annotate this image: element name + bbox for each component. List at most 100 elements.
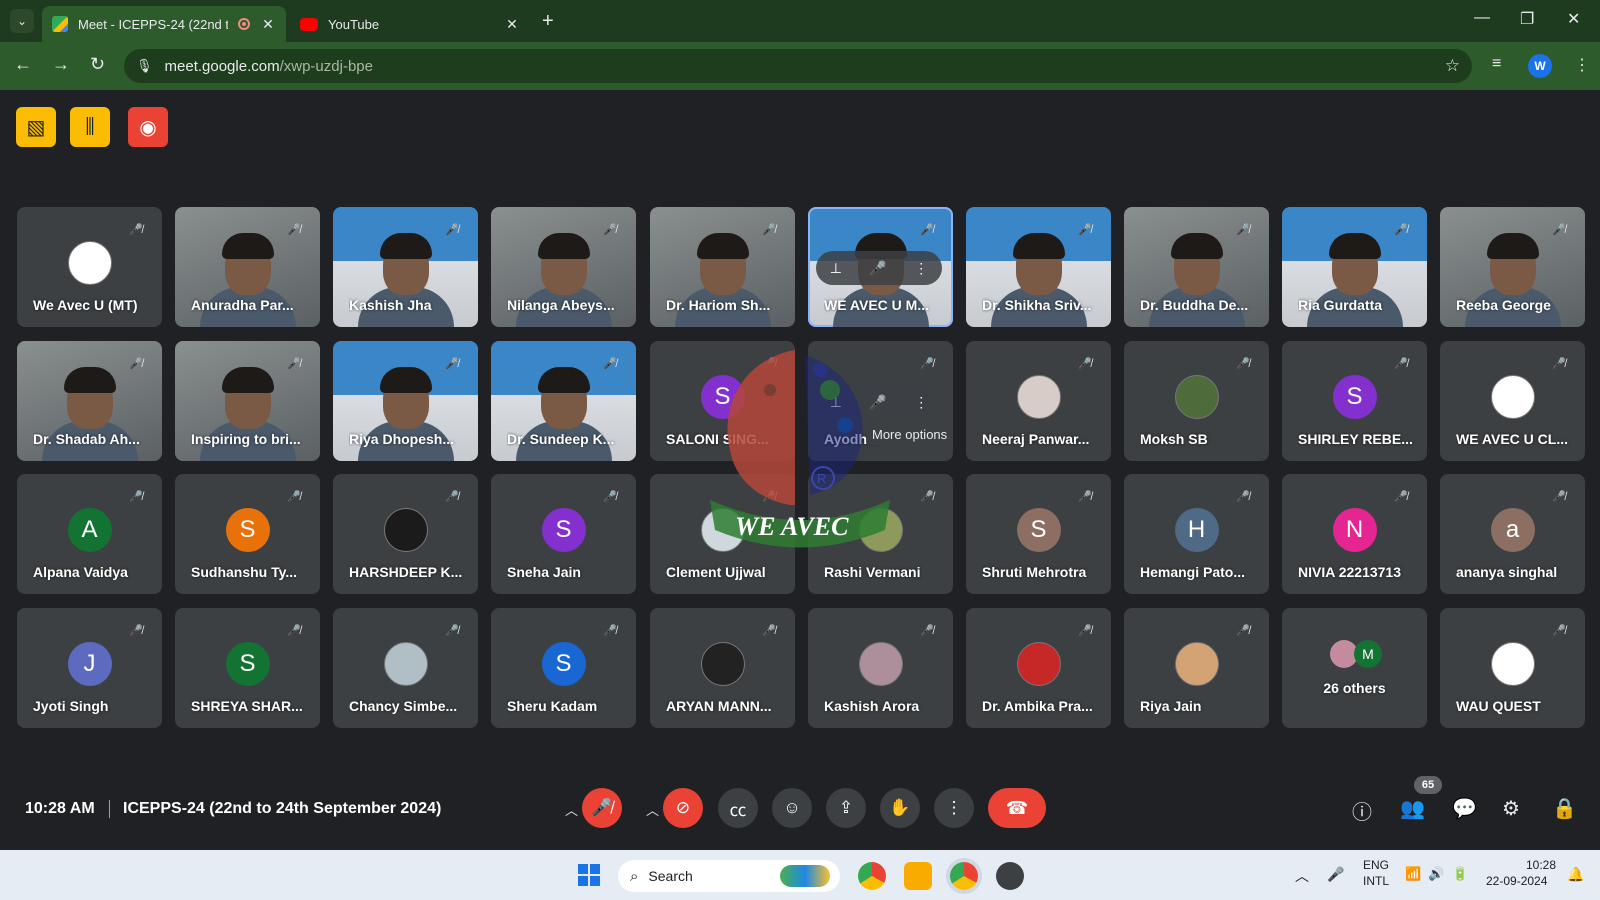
raise-hand-button[interactable]: ✋ — [880, 788, 920, 828]
participant-tile[interactable]: a 🎤̸ ananya singhal — [1440, 474, 1585, 594]
participant-tile[interactable]: S 🎤̸ SHREYA SHAR... — [175, 608, 320, 728]
chrome-profile-icon[interactable] — [950, 862, 978, 890]
participant-tile[interactable]: 🎤̸ Kashish Arora — [808, 608, 953, 728]
show-hidden-icons-icon[interactable]: ︿ — [1295, 866, 1309, 886]
taskbar-search[interactable]: ⌕ Search — [618, 860, 840, 892]
pin-icon[interactable]: ⊥ — [830, 260, 842, 277]
notifications-bell-icon[interactable]: 🔔 — [1567, 866, 1584, 883]
participant-tile[interactable]: 🎤̸ HARSHDEEP K... — [333, 474, 478, 594]
audio-settings-chevron-icon[interactable]: ︿ — [565, 800, 578, 819]
participant-tile[interactable]: 🎤̸ Dr. Hariom Sh... — [650, 207, 795, 327]
participant-tile[interactable]: 🎤̸ Riya Jain — [1124, 608, 1269, 728]
activities-icon[interactable]: ⚙ — [1502, 796, 1520, 821]
profile-avatar[interactable]: W — [1528, 54, 1552, 78]
windows-start-icon[interactable] — [578, 864, 600, 886]
participant-tile[interactable]: 🎤̸ Kashish Jha — [333, 207, 478, 327]
participant-tile[interactable]: 🎤̸ WE AVEC U M... ⊥ 🎤 ⋮ — [808, 207, 953, 327]
present-screen-button[interactable]: ⇪ — [826, 788, 866, 828]
participant-tile[interactable]: H 🎤̸ Hemangi Pato... — [1124, 474, 1269, 594]
participant-tile[interactable]: 🎤̸ We Avec U (MT) — [17, 207, 162, 327]
new-tab-icon[interactable]: + — [542, 10, 554, 33]
chat-icon[interactable]: 💬 — [1452, 796, 1477, 821]
close-tab-icon[interactable]: ✕ — [260, 16, 276, 33]
battery-icon[interactable]: 🔋 — [1452, 866, 1468, 882]
participant-tile[interactable]: N 🎤̸ NIVIA 22213713 — [1282, 474, 1427, 594]
camera-off-button[interactable]: ⊘ — [663, 788, 703, 828]
participant-tile[interactable]: 🎤̸ Dr. Buddha De... — [1124, 207, 1269, 327]
recording-icon[interactable]: ◉ — [128, 107, 168, 147]
volume-icon[interactable]: 🔊 — [1428, 866, 1444, 882]
participant-tile[interactable]: S 🎤̸ Sheru Kadam — [491, 608, 636, 728]
participant-tile[interactable]: 🎤̸ Anuradha Par... — [175, 207, 320, 327]
people-icon[interactable]: 👥 — [1400, 796, 1425, 821]
forward-icon[interactable]: → — [52, 54, 70, 75]
youtube-favicon-icon — [300, 17, 318, 31]
participant-tile[interactable]: 🎤̸ Ria Gurdatta — [1282, 207, 1427, 327]
tile-more-options-icon[interactable]: ⋮ — [914, 260, 928, 277]
participant-tile[interactable]: 🎤̸ Clement Ujjwal — [650, 474, 795, 594]
address-bar[interactable]: 🎙 meet.google.com/xwp-uzdj-bpe ☆ — [124, 49, 1472, 83]
host-controls-icon[interactable]: 🔒 — [1552, 796, 1577, 821]
participant-tile[interactable]: 🎤̸ Dr. Shikha Sriv... — [966, 207, 1111, 327]
participant-tile[interactable]: 🎤̸ Neeraj Panwar... — [966, 341, 1111, 461]
participant-tile[interactable]: S 🎤̸ Sudhanshu Ty... — [175, 474, 320, 594]
participant-tile[interactable]: S 🎤̸ Shruti Mehrotra — [966, 474, 1111, 594]
wifi-icon[interactable]: 📶 — [1405, 866, 1421, 882]
participant-tile[interactable]: 🎤̸ Riya Dhopesh... — [333, 341, 478, 461]
chrome-icon[interactable] — [858, 862, 886, 890]
mute-participant-icon[interactable]: 🎤 — [869, 260, 886, 277]
participant-tile[interactable]: 🎤̸ Dr. Sundeep K... — [491, 341, 636, 461]
media-controls-icon[interactable]: ≡ — [1492, 55, 1501, 73]
tab-search-dropdown-icon[interactable]: ⌄ — [10, 9, 34, 33]
bookmark-star-icon[interactable]: ☆ — [1445, 56, 1460, 76]
back-icon[interactable]: ← — [14, 54, 32, 75]
close-tab-icon[interactable]: ✕ — [504, 16, 520, 33]
participant-tile[interactable]: 🎤̸ ARYAN MANN... — [650, 608, 795, 728]
participant-tile[interactable]: 🎤̸ WE AVEC U CL... — [1440, 341, 1585, 461]
leave-call-button[interactable]: ☎ — [988, 788, 1046, 828]
browser-menu-icon[interactable]: ⋮ — [1574, 55, 1590, 75]
participant-tile[interactable]: 🎤̸ Dr. Shadab Ah... — [17, 341, 162, 461]
tab-youtube[interactable]: YouTube ✕ — [290, 6, 530, 42]
participant-tile[interactable]: S 🎤̸ SHIRLEY REBE... — [1282, 341, 1427, 461]
close-window-icon[interactable]: ✕ — [1567, 9, 1580, 29]
participant-tile[interactable]: S 🎤̸ SALONI SING... — [650, 341, 795, 461]
mic-site-icon[interactable]: 🎙 — [136, 58, 153, 74]
participant-tile[interactable]: 🎤̸ Nilanga Abeys... — [491, 207, 636, 327]
language-code[interactable]: ENG — [1363, 858, 1389, 872]
microphone-tray-icon[interactable]: 🎤 — [1327, 866, 1344, 883]
reactions-button[interactable]: ☺ — [772, 788, 812, 828]
tile-more-options-icon[interactable]: ⋮ — [914, 394, 928, 411]
media-player-icon[interactable] — [996, 862, 1024, 890]
participant-tile[interactable]: 🎤̸ WAU QUEST — [1440, 608, 1585, 728]
taskbar-time[interactable]: 10:28 — [1500, 858, 1556, 872]
participant-tile[interactable]: 🎤̸ Reeba George — [1440, 207, 1585, 327]
restore-icon[interactable]: ❐ — [1520, 9, 1534, 29]
meeting-info-icon[interactable]: ⓘ — [1352, 796, 1372, 825]
pin-icon[interactable]: ⊥ — [830, 394, 842, 411]
mute-participant-icon[interactable]: 🎤 — [869, 394, 886, 411]
mic-off-button[interactable]: 🎤̸ — [582, 788, 622, 828]
participant-tile[interactable]: A 🎤̸ Alpana Vaidya — [17, 474, 162, 594]
participant-tile[interactable]: 🎤̸ Inspiring to bri... — [175, 341, 320, 461]
companion-mode-icon[interactable]: ⫼ — [70, 107, 110, 147]
participant-tile[interactable]: M 26 others — [1282, 608, 1427, 728]
participant-name: Riya Jain — [1140, 698, 1202, 714]
participant-name: Dr. Sundeep K... — [507, 431, 615, 447]
more-options-button[interactable]: ⋮ — [934, 788, 974, 828]
participant-tile[interactable]: 🎤̸ Rashi Vermani — [808, 474, 953, 594]
reload-icon[interactable]: ↻ — [90, 54, 105, 75]
language-layout[interactable]: INTL — [1363, 874, 1389, 888]
participant-tile[interactable]: 🎤̸ Moksh SB — [1124, 341, 1269, 461]
video-settings-chevron-icon[interactable]: ︿ — [646, 800, 659, 819]
tab-meet[interactable]: Meet - ICEPPS-24 (22nd to ✕ — [42, 6, 286, 42]
participant-tile[interactable]: 🎤̸ Chancy Simbe... — [333, 608, 478, 728]
taskbar-date[interactable]: 22-09-2024 — [1486, 874, 1547, 888]
participant-tile[interactable]: 🎤̸ Dr. Ambika Pra... — [966, 608, 1111, 728]
participant-tile[interactable]: J 🎤̸ Jyoti Singh — [17, 608, 162, 728]
captions-button[interactable]: ㏄ — [718, 788, 758, 828]
file-explorer-icon[interactable] — [904, 862, 932, 890]
no-video-icon[interactable]: ▧ — [16, 107, 56, 147]
minimize-icon[interactable]: — — [1474, 9, 1490, 27]
participant-tile[interactable]: S 🎤̸ Sneha Jain — [491, 474, 636, 594]
